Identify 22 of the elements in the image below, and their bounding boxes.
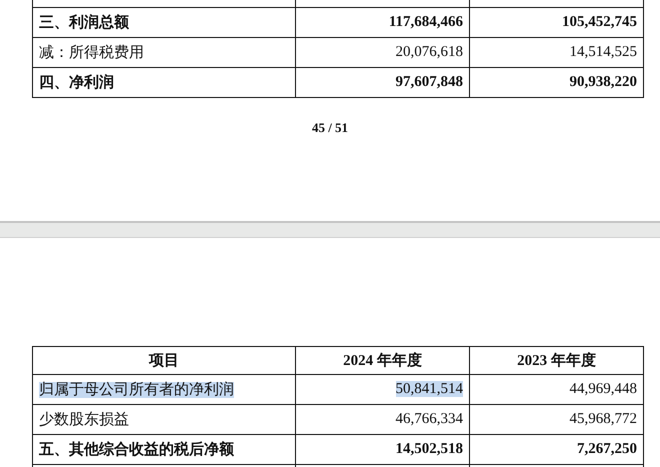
table-cell: 97,607,848 xyxy=(396,74,463,90)
table-cell: 归属于母公司所有者的净利润 xyxy=(39,382,234,398)
table-cell: 50,841,514 xyxy=(396,381,463,397)
table-cell: 117,684,466 xyxy=(388,14,463,30)
table-cell: 20,076,618 xyxy=(396,44,463,60)
table-cell: 44,969,448 xyxy=(570,381,637,397)
column-header: 2023 年年度 xyxy=(517,353,596,369)
table-cell: 减：所得税费用 xyxy=(39,45,144,61)
table-cell: 14,502,518 xyxy=(396,441,463,457)
table-cell: 五、其他综合收益的税后净额 xyxy=(39,442,234,458)
table-cell: 7,267,250 xyxy=(577,441,637,457)
table-cell: 46,766,334 xyxy=(396,411,463,427)
table-cell: 105,452,745 xyxy=(562,14,637,30)
table-cell: 四、净利润 xyxy=(39,75,114,91)
table-cell: 14,514,525 xyxy=(570,44,637,60)
page-number: 45 / 51 xyxy=(312,120,348,135)
table-cell: 少数股东损益 xyxy=(39,412,129,428)
table-cell: 90,938,220 xyxy=(570,74,637,90)
column-header: 项目 xyxy=(149,353,179,369)
table-cell: 三、利润总额 xyxy=(39,15,129,31)
column-header: 2024 年年度 xyxy=(343,353,422,369)
table-cell: 45,968,772 xyxy=(570,411,637,427)
